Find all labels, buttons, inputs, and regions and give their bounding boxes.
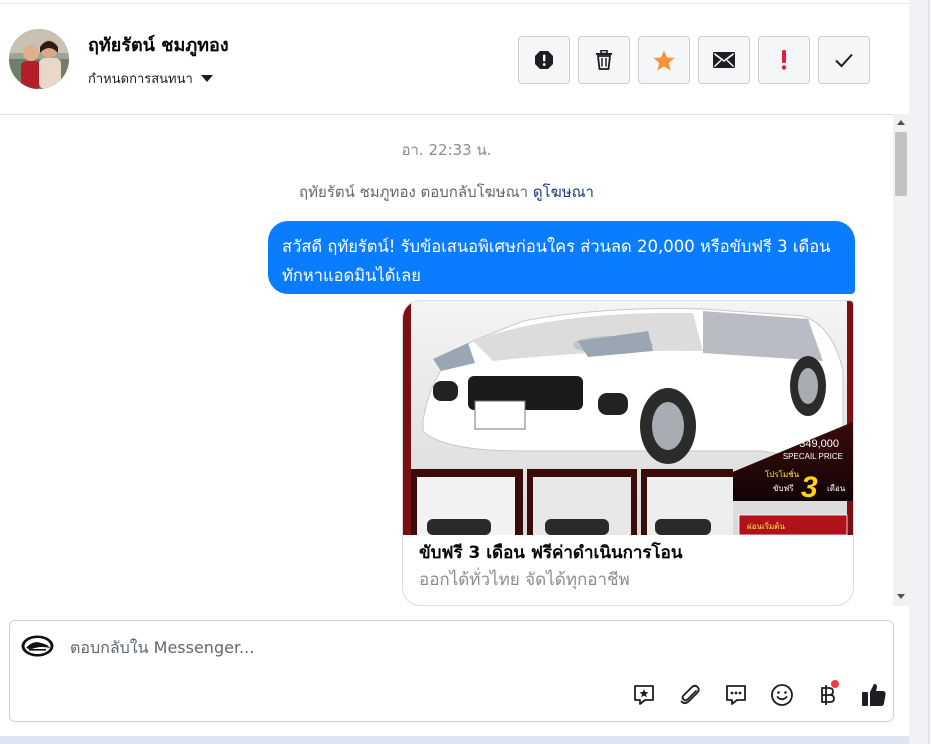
- star-button[interactable]: [638, 36, 690, 84]
- ad-reply-text: ฤทัยรัตน์ ชมภูทอง ตอบกลับโฆษณา: [299, 183, 529, 201]
- exclamation-octagon-icon: [535, 51, 553, 69]
- price-caption: SPECAIL PRICE: [783, 452, 843, 461]
- reply-input[interactable]: [70, 635, 870, 659]
- scroll-up-arrow-icon[interactable]: [897, 120, 905, 125]
- important-button[interactable]: [758, 36, 810, 84]
- trash-icon: [596, 50, 612, 70]
- installment-label: ผ่อนเริ่มต้น: [747, 520, 785, 531]
- outgoing-message-bubble[interactable]: สวัสดี ฤทัยรัตน์! รับข้อเสนอพิเศษก่อนใคร…: [268, 221, 855, 294]
- action-buttons: [518, 36, 870, 84]
- notification-dot: [831, 680, 839, 688]
- promo-label: โปรโมชั่น: [765, 468, 800, 479]
- ad-card-title: ขับฟรี 3 เดือน ฟรีค่าดำเนินการโอน: [419, 543, 683, 563]
- checkmark-icon: [835, 53, 853, 68]
- ad-card-subtitle: ออกได้ทั่วไทย จัดได้ทุกอาชีพ: [419, 570, 630, 590]
- contact-name[interactable]: ฤทัยรัตน์ ชมภูทอง: [88, 30, 229, 59]
- done-button[interactable]: [818, 36, 870, 84]
- scrollbar-thumb[interactable]: [895, 132, 907, 196]
- envelope-icon: [713, 52, 735, 68]
- assign-label: กำหนดการสนทนา: [88, 72, 193, 87]
- reply-composer: [9, 620, 894, 722]
- saved-reply-icon: [634, 685, 654, 705]
- page-avatar: [21, 635, 54, 657]
- saved-replies-button[interactable]: [626, 679, 662, 711]
- paperclip-icon: [680, 684, 700, 705]
- price-text: 349,000: [799, 438, 839, 450]
- emoji-button[interactable]: [764, 679, 800, 711]
- conversation-header: ฤทัยรัตน์ ชมภูทอง กำหนดการสนทนา: [0, 3, 909, 115]
- star-icon: [653, 50, 675, 70]
- ad-reply-notice: ฤทัยรัตน์ ชมภูทอง ตอบกลับโฆษณา ดูโฆษณา: [0, 180, 893, 204]
- caret-down-icon: [200, 75, 213, 82]
- ad-card[interactable]: 349,000 SPECAIL PRICE โปรโมชั่น ขับฟรี 3…: [402, 300, 854, 606]
- unread-button[interactable]: [698, 36, 750, 84]
- like-button[interactable]: [856, 679, 892, 711]
- promo-unit: เดือน: [827, 484, 846, 493]
- emoji-icon: [771, 684, 793, 706]
- chat-bubble-icon: [726, 685, 746, 705]
- quick-replies-button[interactable]: [718, 679, 754, 711]
- promo-free-label: ขับฟรี: [773, 484, 794, 493]
- promo-number: 3: [801, 471, 818, 504]
- delete-button[interactable]: [578, 36, 630, 84]
- contact-avatar[interactable]: [9, 29, 69, 89]
- page-right-gutter: [909, 0, 931, 744]
- message-timestamp: อา. 22:33 น.: [401, 141, 492, 159]
- assign-conversation-dropdown[interactable]: กำหนดการสนทนา: [88, 68, 213, 89]
- payment-button[interactable]: [810, 679, 846, 711]
- attach-button[interactable]: [672, 679, 708, 711]
- exclamation-icon: [781, 50, 787, 70]
- page-bottom-strip: [0, 736, 909, 744]
- conversation-panel: ฤทัยรัตน์ ชมภูทอง กำหนดการสนทนา อา. 22:3…: [0, 0, 909, 736]
- spam-button[interactable]: [518, 36, 570, 84]
- thread-scrollbar[interactable]: [893, 114, 909, 606]
- scroll-down-arrow-icon[interactable]: [897, 594, 905, 599]
- thumbs-up-icon: [862, 683, 886, 706]
- message-thread[interactable]: อา. 22:33 น. ฤทัยรัตน์ ชมภูทอง ตอบกลับโฆ…: [0, 114, 893, 606]
- view-ad-link[interactable]: ดูโฆษณา: [533, 183, 594, 201]
- composer-tools: [626, 679, 892, 711]
- car-ad-image: 349,000 SPECAIL PRICE โปรโมชั่น ขับฟรี 3…: [403, 301, 853, 535]
